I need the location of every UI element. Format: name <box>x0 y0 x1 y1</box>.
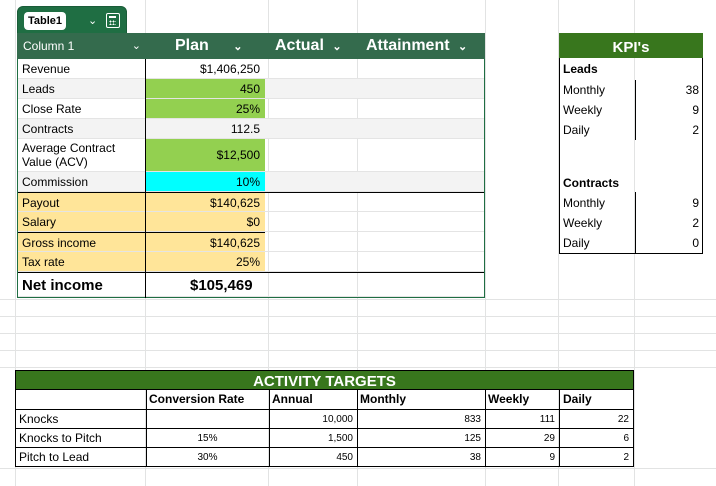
row-actual-revenue[interactable] <box>265 59 485 79</box>
row-plan-contracts[interactable]: 112.5 <box>146 119 265 139</box>
row-plan-close-rate[interactable]: 25% <box>146 99 265 119</box>
activity-row-annual[interactable]: 450 <box>269 452 353 463</box>
activity-row-weekly[interactable]: 29 <box>485 433 555 444</box>
chevron-down-icon[interactable]: ⌄ <box>233 41 242 53</box>
row-plan-commission[interactable]: 10% <box>146 172 265 192</box>
header-actual-label: Actual <box>275 37 324 54</box>
chevron-down-icon[interactable]: ⌄ <box>332 41 341 53</box>
row-actual-net-income[interactable] <box>265 272 485 297</box>
header-plan[interactable]: Plan ⌄ <box>175 33 242 59</box>
activity-row-monthly[interactable]: 833 <box>357 414 481 425</box>
activity-row-monthly[interactable]: 125 <box>357 433 481 444</box>
row-actual-tax-rate[interactable] <box>265 252 485 272</box>
row-plan-tax-rate[interactable]: 25% <box>146 252 265 272</box>
kpi-contracts-heading[interactable]: Contracts <box>563 176 619 190</box>
activity-table: Conversion Rate Annual Monthly Weekly Da… <box>15 390 634 467</box>
row-plan-leads[interactable]: 450 <box>146 79 265 99</box>
activity-row-label[interactable]: Knocks to Pitch <box>19 431 102 445</box>
header-plan-label: Plan <box>175 37 209 54</box>
activity-row-weekly[interactable]: 111 <box>485 414 555 425</box>
kpi-leads-monthly-label[interactable]: Monthly <box>563 83 605 97</box>
row-actual-payout[interactable] <box>265 192 485 212</box>
chevron-down-icon[interactable]: ⌄ <box>132 33 141 59</box>
table-header: Column 1 ⌄ Plan ⌄ Actual ⌄ Attainment ⌄ <box>17 33 485 59</box>
row-actual-close-rate[interactable] <box>265 99 485 119</box>
kpi-panel: Leads Monthly 38 Weekly 9 Daily 2 Contra… <box>559 58 703 254</box>
kpi-title[interactable]: KPI's <box>559 33 703 58</box>
row-actual-contracts[interactable] <box>265 119 485 139</box>
table-name[interactable]: Table1 <box>24 12 67 30</box>
activity-title[interactable]: ACTIVITY TARGETS <box>15 370 634 390</box>
kpi-leads-heading[interactable]: Leads <box>563 62 598 76</box>
activity-row-conversion[interactable]: 30% <box>146 452 269 463</box>
activity-row-label[interactable]: Knocks <box>19 412 58 426</box>
activity-header-monthly[interactable]: Monthly <box>360 392 406 406</box>
chevron-down-icon[interactable]: ⌄ <box>458 41 467 53</box>
row-plan-acv[interactable]: $12,500 <box>146 139 265 172</box>
activity-row-label[interactable]: Pitch to Lead <box>19 450 89 464</box>
row-plan-payout[interactable]: $140,625 <box>146 192 265 212</box>
row-actual-leads[interactable] <box>265 79 485 99</box>
kpi-contracts-daily-label[interactable]: Daily <box>563 236 590 250</box>
kpi-leads-daily-value[interactable]: 2 <box>692 123 699 137</box>
activity-row-weekly[interactable]: 9 <box>485 452 555 463</box>
activity-row-daily[interactable]: 2 <box>559 452 629 463</box>
activity-row-monthly[interactable]: 38 <box>357 452 481 463</box>
row-label-net-income[interactable]: Net income <box>17 272 146 297</box>
row-actual-commission[interactable] <box>265 172 485 192</box>
column-divider <box>145 59 146 298</box>
kpi-leads-weekly-value[interactable]: 9 <box>692 103 699 117</box>
row-label-payout[interactable]: Payout <box>17 192 146 212</box>
header-column1[interactable]: Column 1 ⌄ <box>23 33 141 59</box>
row-plan-revenue[interactable]: $1,406,250 <box>146 59 265 79</box>
kpi-leads-weekly-label[interactable]: Weekly <box>563 103 602 117</box>
activity-row-conversion[interactable]: 15% <box>146 433 269 444</box>
kpi-leads-monthly-value[interactable]: 38 <box>686 83 699 97</box>
calculator-icon[interactable] <box>106 13 120 28</box>
row-label-revenue[interactable]: Revenue <box>17 59 146 79</box>
row-label-acv[interactable]: Average Contract Value (ACV) <box>17 139 146 172</box>
kpi-contracts-weekly-value[interactable]: 2 <box>692 216 699 230</box>
row-label-commission[interactable]: Commission <box>17 172 146 192</box>
row-plan-salary[interactable]: $0 <box>146 212 265 232</box>
row-label-gross-income[interactable]: Gross income <box>17 232 146 252</box>
row-plan-net-income[interactable]: $105,469 <box>146 272 265 297</box>
row-label-salary[interactable]: Salary <box>17 212 146 232</box>
row-label-close-rate[interactable]: Close Rate <box>17 99 146 119</box>
row-actual-salary[interactable] <box>265 212 485 232</box>
row-actual-gross-income[interactable] <box>265 232 485 252</box>
row-plan-gross-income[interactable]: $140,625 <box>146 232 265 252</box>
activity-row-annual[interactable]: 1,500 <box>269 433 353 444</box>
chevron-down-icon[interactable]: ⌄ <box>88 14 97 27</box>
header-attainment-label: Attainment <box>366 37 450 54</box>
kpi-contracts-monthly-label[interactable]: Monthly <box>563 196 605 210</box>
row-label-tax-rate[interactable]: Tax rate <box>17 252 146 272</box>
row-label-leads[interactable]: Leads <box>17 79 146 99</box>
activity-header-daily[interactable]: Daily <box>563 392 592 406</box>
kpi-contracts-weekly-label[interactable]: Weekly <box>563 216 602 230</box>
row-label-contracts[interactable]: Contracts <box>17 119 146 139</box>
kpi-leads-daily-label[interactable]: Daily <box>563 123 590 137</box>
activity-header-conversion[interactable]: Conversion Rate <box>149 392 244 406</box>
activity-row-daily[interactable]: 22 <box>559 414 629 425</box>
table-chip[interactable]: Table1 ⌄ <box>17 6 127 34</box>
header-actual[interactable]: Actual ⌄ <box>275 33 342 59</box>
activity-row-daily[interactable]: 6 <box>559 433 629 444</box>
activity-header-annual[interactable]: Annual <box>272 392 313 406</box>
kpi-contracts-monthly-value[interactable]: 9 <box>692 196 699 210</box>
header-column1-label: Column 1 <box>23 39 75 53</box>
activity-row-annual[interactable]: 10,000 <box>269 414 353 425</box>
activity-header-weekly[interactable]: Weekly <box>488 392 529 406</box>
row-actual-acv[interactable] <box>265 139 485 172</box>
kpi-contracts-daily-value[interactable]: 0 <box>692 236 699 250</box>
header-attainment[interactable]: Attainment ⌄ <box>366 33 467 59</box>
